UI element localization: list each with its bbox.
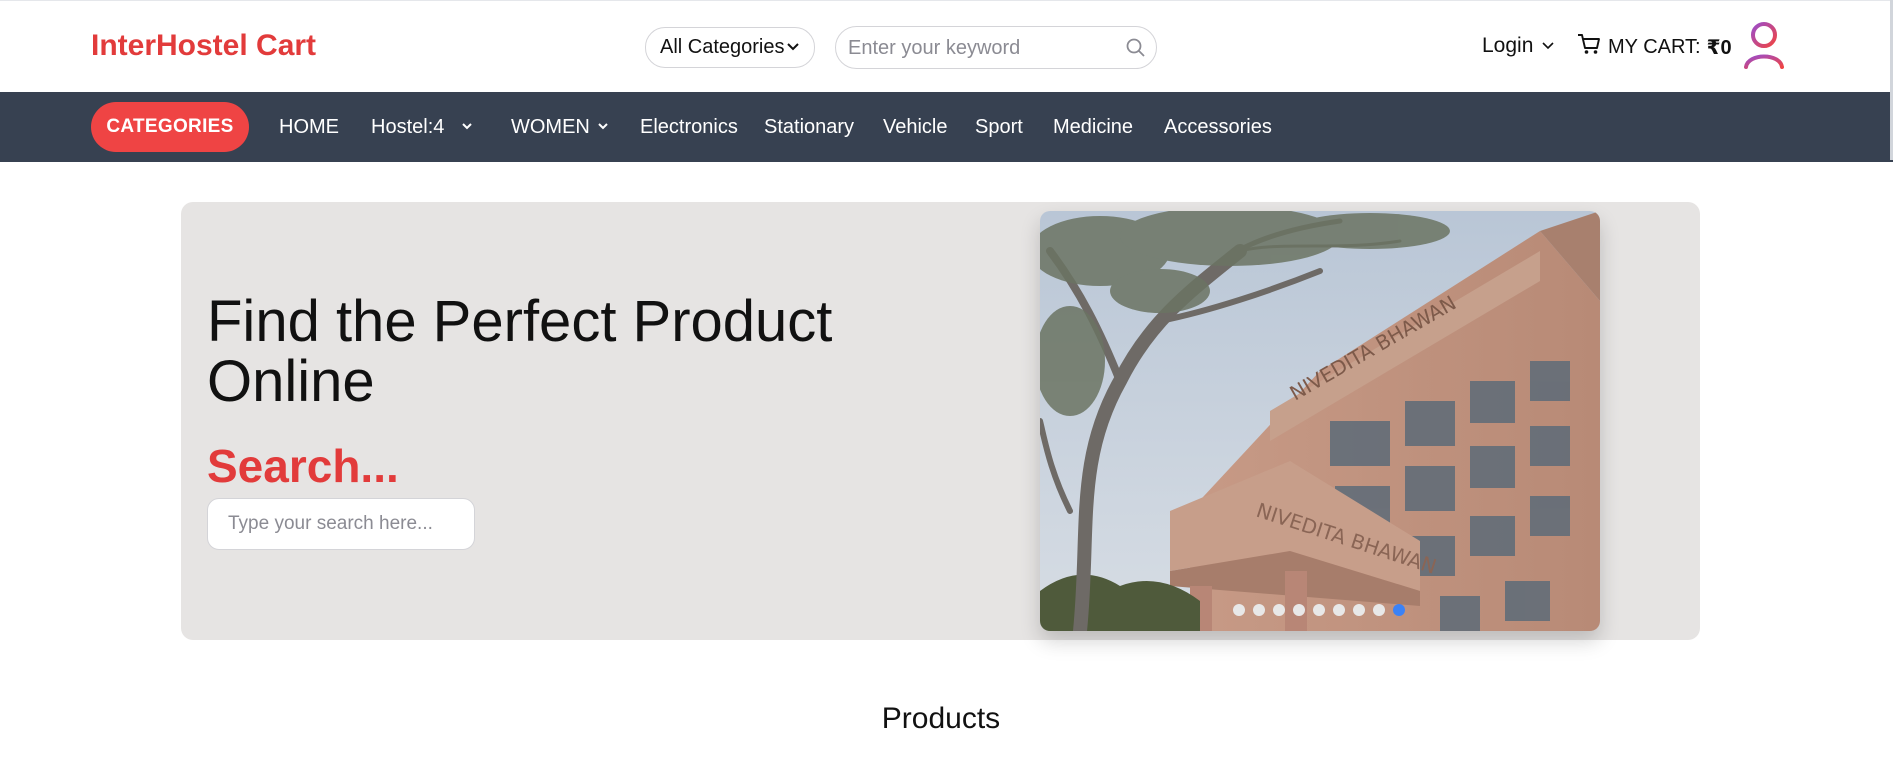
nav-item-electronics[interactable]: Electronics [640, 116, 738, 139]
nav-item-label: Medicine [1053, 116, 1134, 138]
carousel-dot[interactable] [1293, 604, 1305, 616]
login-dropdown[interactable]: Login [1482, 34, 1555, 58]
chevron-down-icon [460, 116, 474, 139]
nav-item-label: Hostel:4 [371, 116, 445, 138]
carousel-dots [1040, 604, 1600, 620]
cart-label: MY CART: [1608, 35, 1701, 58]
keyword-search-input[interactable] [846, 33, 1116, 63]
search-icon[interactable] [1124, 36, 1148, 60]
nav-item-label: Electronics [640, 116, 738, 138]
nav-item-label: WOMEN [511, 116, 590, 138]
cart-button[interactable]: MY CART: ₹0 [1576, 32, 1732, 62]
cart-amount: ₹0 [1706, 36, 1732, 59]
nav-item-label: Accessories [1164, 116, 1272, 138]
carousel-dot[interactable] [1273, 604, 1285, 616]
cart-icon [1576, 32, 1602, 62]
nav-item-sport[interactable]: Sport [975, 116, 1023, 139]
top-header: InterHostel Cart All Categories Login MY… [0, 0, 1893, 92]
nav-item-label: Sport [975, 116, 1023, 138]
nav-item-accessories[interactable]: Accessories [1164, 116, 1272, 139]
nav-item-medicine[interactable]: Medicine [1053, 116, 1133, 139]
products-heading: Products [881, 702, 1001, 735]
chevron-down-icon [786, 39, 800, 56]
user-avatar-icon[interactable] [1743, 21, 1785, 69]
image-carousel[interactable]: NIVEDITA BHAWAN NIVEDITA BHAWAN [1040, 211, 1600, 631]
nav-item-hostel[interactable]: Hostel:4 [371, 116, 474, 139]
nav-item-vehicle[interactable]: Vehicle [883, 116, 948, 139]
carousel-dot[interactable] [1373, 604, 1385, 616]
carousel-dot[interactable] [1313, 604, 1325, 616]
carousel-dot[interactable] [1333, 604, 1345, 616]
hero-banner: Find the Perfect Product Online Search..… [181, 202, 1700, 640]
nav-item-women[interactable]: WOMEN [511, 116, 610, 139]
brand-logo[interactable]: InterHostel Cart [91, 29, 316, 63]
login-label: Login [1482, 34, 1534, 57]
main-nav: CATEGORIES HOME Hostel:4 WOMEN Electroni… [0, 92, 1893, 162]
hero-subtitle: Search... [207, 440, 399, 492]
nav-item-label: HOME [279, 116, 339, 138]
nav-item-stationary[interactable]: Stationary [764, 116, 854, 139]
carousel-dot[interactable] [1253, 604, 1265, 616]
nav-item-label: Stationary [764, 116, 855, 138]
nav-item-home[interactable]: HOME [279, 116, 339, 139]
nav-item-label: Vehicle [883, 116, 948, 138]
carousel-dot[interactable] [1233, 604, 1245, 616]
categories-button[interactable]: CATEGORIES [91, 102, 249, 152]
carousel-slide-image: NIVEDITA BHAWAN NIVEDITA BHAWAN [1040, 211, 1600, 631]
hero-search-input[interactable] [207, 498, 475, 550]
chevron-down-icon [1541, 34, 1555, 58]
chevron-down-icon [596, 116, 610, 139]
category-select-value: All Categories [660, 36, 785, 58]
carousel-dot-active[interactable] [1393, 604, 1405, 616]
keyword-search [835, 26, 1157, 69]
category-select[interactable]: All Categories [645, 27, 815, 68]
carousel-dot[interactable] [1353, 604, 1365, 616]
hero-title: Find the Perfect Product Online [207, 289, 833, 414]
